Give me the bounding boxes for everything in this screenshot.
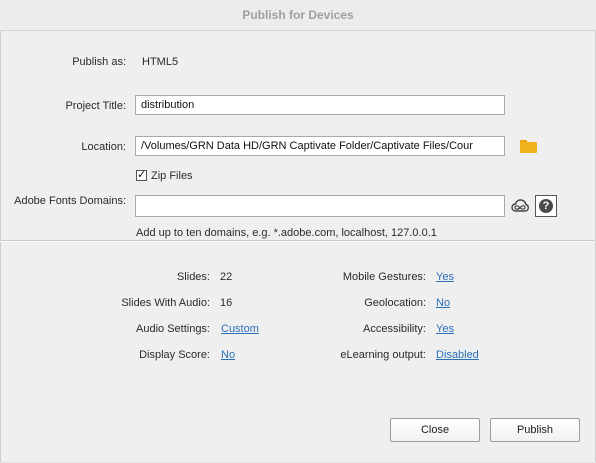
location-label: Location: (81, 141, 126, 153)
mobile-gestures-label: Mobile Gestures: (342, 271, 426, 283)
fonts-domains-input[interactable] (135, 195, 505, 217)
elearning-output-link[interactable]: Disabled (436, 349, 479, 361)
folder-icon[interactable] (520, 140, 537, 153)
geolocation-link[interactable]: No (436, 297, 450, 309)
fonts-domains-hint: Add up to ten domains, e.g. *.adobe.com,… (136, 227, 437, 239)
slides-value: 22 (220, 271, 233, 283)
creative-cloud-icon[interactable] (511, 198, 529, 214)
title-bar: Publish for Devices (0, 0, 596, 31)
zip-files-label: Zip Files (151, 170, 193, 182)
publish-button[interactable]: Publish (490, 418, 580, 442)
mobile-gestures-link[interactable]: Yes (436, 271, 454, 283)
geolocation-label: Geolocation: (364, 297, 426, 309)
section-divider (0, 240, 594, 242)
elearning-output-label: eLearning output: (340, 349, 426, 361)
close-button[interactable]: Close (390, 418, 480, 442)
slides-audio-label: Slides With Audio: (121, 297, 210, 309)
accessibility-label: Accessibility: (363, 323, 426, 335)
audio-settings-label: Audio Settings: (136, 323, 210, 335)
slides-label: Slides: (176, 271, 210, 283)
location-input[interactable]: /Volumes/GRN Data HD/GRN Captivate Folde… (135, 136, 505, 156)
help-icon: ? (539, 199, 553, 213)
audio-settings-link[interactable]: Custom (221, 323, 259, 335)
display-score-link[interactable]: No (221, 349, 235, 361)
zip-files-checkbox[interactable]: ✓ (136, 170, 147, 181)
project-title-input[interactable]: distribution (135, 95, 505, 115)
display-score-label: Display Score: (139, 349, 210, 361)
fonts-domains-label: Adobe Fonts Domains: (14, 195, 126, 207)
window-title: Publish for Devices (242, 8, 354, 22)
publish-as-value: HTML5 (142, 56, 179, 68)
slides-audio-value: 16 (220, 297, 233, 309)
help-button[interactable]: ? (535, 195, 557, 217)
project-title-label: Project Title: (65, 100, 126, 112)
accessibility-link[interactable]: Yes (436, 323, 454, 335)
publish-as-label: Publish as: (72, 56, 126, 68)
